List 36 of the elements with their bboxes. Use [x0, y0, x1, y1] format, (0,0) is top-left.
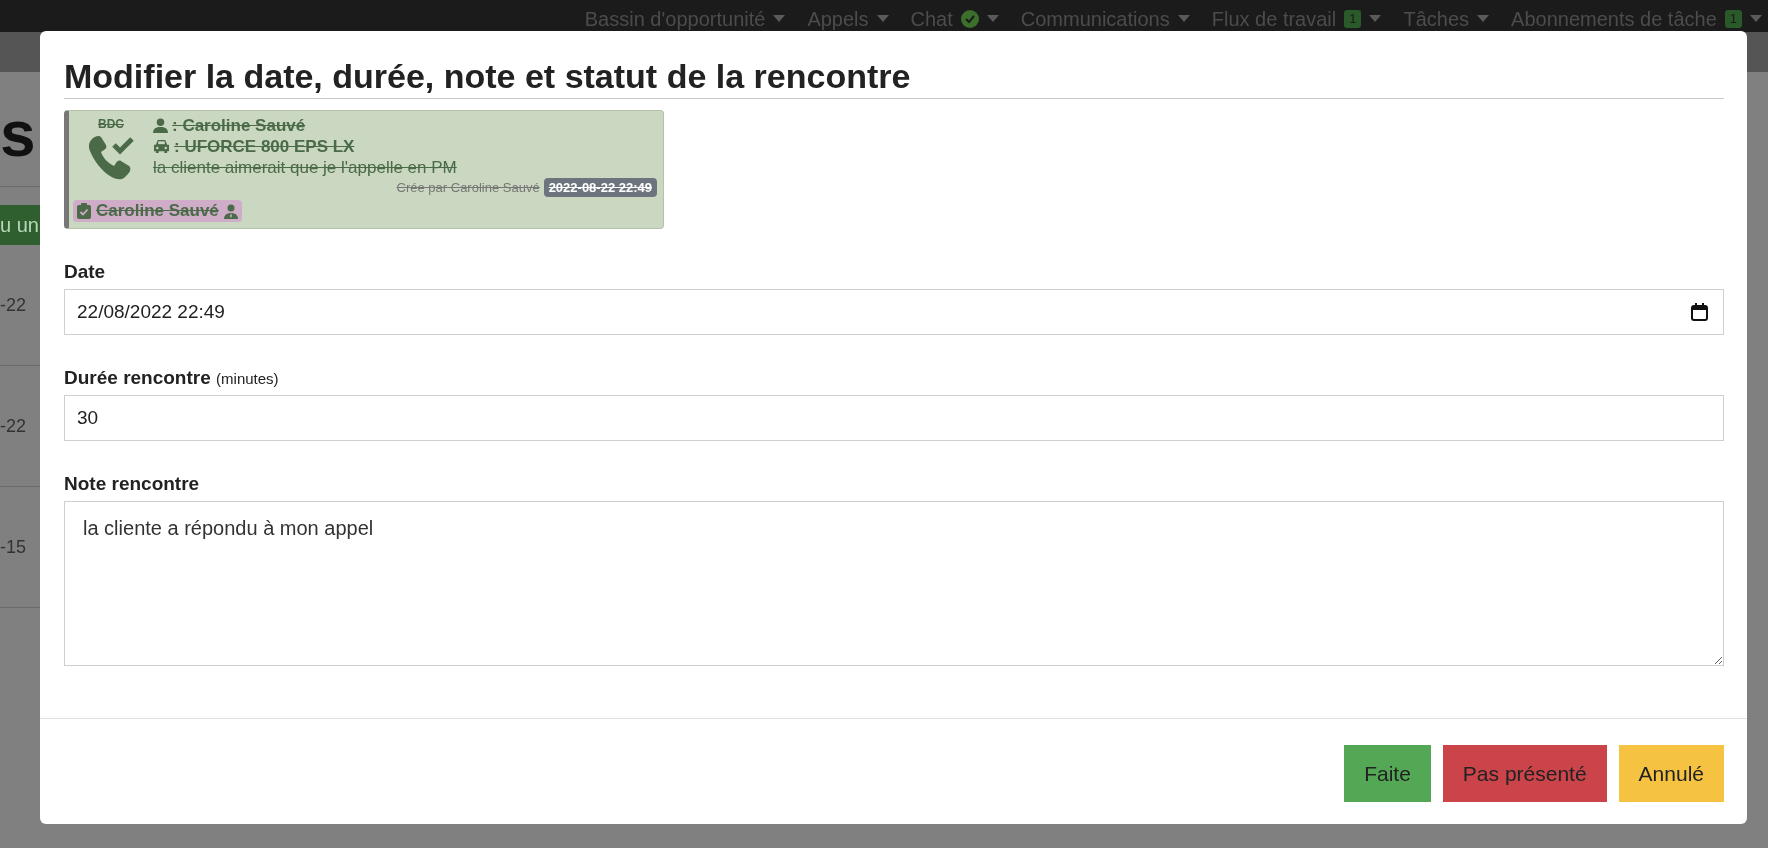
caret-icon — [1477, 15, 1490, 23]
caret-icon — [876, 15, 889, 23]
timestamp-badge: 2022-08-22 22:49 — [543, 178, 657, 197]
date-text: -22 — [0, 415, 26, 437]
vehicle-name: : UFORCE 800 EPS LX — [174, 136, 355, 157]
client-name: : Caroline Sauvé — [172, 115, 306, 136]
check-icon — [960, 10, 979, 28]
duration-field[interactable]: 30 — [64, 395, 1724, 441]
caret-icon — [1177, 15, 1190, 23]
caret-icon — [773, 15, 786, 23]
field-label: Date — [64, 261, 107, 283]
created-by-text: Crée par Caroline Sauvé — [396, 180, 540, 195]
caret-icon — [1750, 15, 1762, 23]
car-icon — [153, 139, 170, 154]
clipboard-check-icon — [77, 203, 91, 219]
status-button[interactable]: Annulé — [1618, 745, 1724, 802]
date-text: -22 — [0, 294, 26, 316]
note-field[interactable]: la cliente a répondu à mon appel — [64, 501, 1724, 666]
calendar-icon[interactable] — [1691, 303, 1708, 321]
count-badge: 1 — [1724, 10, 1742, 28]
count-badge: 1 — [1344, 10, 1362, 28]
user-tie-icon — [223, 203, 238, 219]
dialog-title: Modifier la date, durée, note et statut de la rencontre — [64, 57, 1724, 99]
caret-icon — [986, 15, 999, 23]
action-button[interactable]: u un — [0, 205, 40, 245]
date-text: -15 — [0, 536, 26, 558]
assignee-name: Caroline Sauvé — [96, 201, 219, 221]
field-label: Durée rencontre (minutes) — [64, 367, 280, 389]
source-label: BDC — [98, 117, 124, 131]
status-button[interactable]: Faite — [1344, 745, 1431, 802]
date-field[interactable]: 22/08/2022 22:49 — [64, 289, 1724, 335]
card-note: la cliente aimerait que je l'appelle en PM — [153, 157, 458, 178]
person-icon — [153, 118, 168, 133]
field-label: Note rencontre — [64, 473, 201, 495]
caret-icon — [1369, 15, 1382, 23]
status-button[interactable]: Pas présenté — [1442, 745, 1607, 802]
